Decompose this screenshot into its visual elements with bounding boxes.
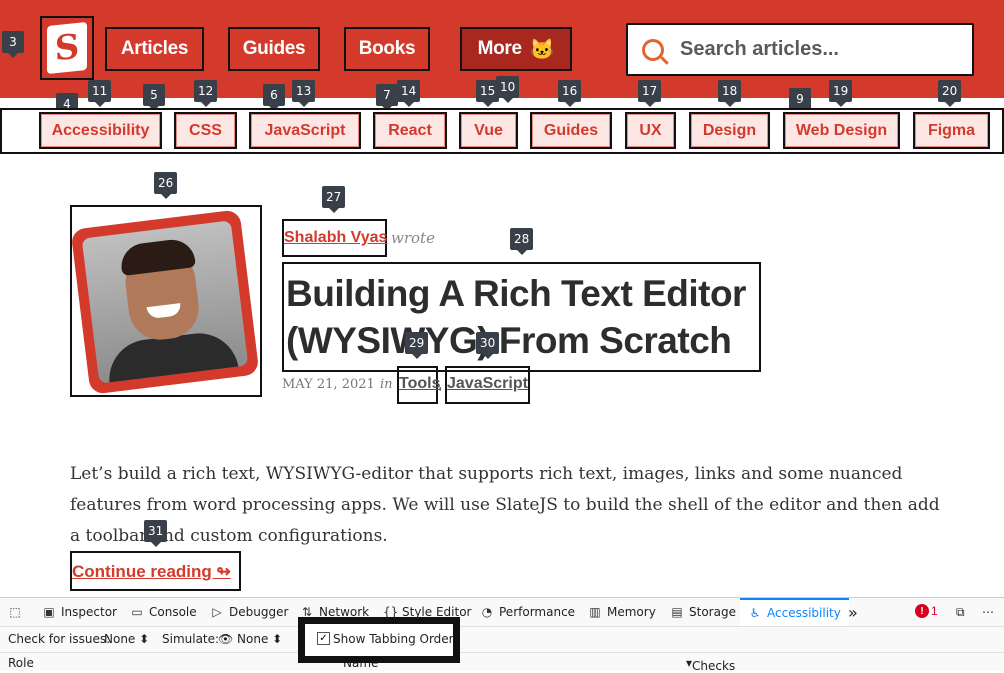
tab-order-badge: 5 bbox=[143, 84, 165, 111]
tab-order-badge: 29 bbox=[405, 332, 429, 359]
nav-more[interactable]: More 🐱 bbox=[460, 27, 572, 71]
tab-order-badge: 18 bbox=[718, 80, 742, 107]
tab-order-badge: 30 bbox=[476, 332, 500, 359]
tab-order-badge: 28 bbox=[510, 228, 534, 255]
tag-accessibility[interactable]: Accessibility bbox=[39, 112, 162, 149]
tag-javascript-link[interactable]: JavaScript bbox=[447, 375, 528, 393]
col-role: Role bbox=[8, 656, 34, 670]
search-icon bbox=[642, 38, 664, 61]
tab-memory[interactable]: ▥ Memory bbox=[588, 598, 655, 626]
author-avatar-link[interactable] bbox=[70, 205, 262, 397]
tab-order-badge: 26 bbox=[154, 172, 178, 199]
overflow-tabs-icon[interactable]: » bbox=[848, 598, 858, 626]
cat-icon: 🐱 bbox=[529, 38, 555, 61]
tag-vue[interactable]: Vue bbox=[459, 112, 518, 149]
author-name[interactable]: Shalabh Vyas bbox=[284, 229, 387, 247]
wrote-label: wrote bbox=[391, 229, 435, 247]
tag-css[interactable]: CSS bbox=[174, 112, 237, 149]
tab-order-badge: 7 bbox=[376, 84, 398, 111]
continue-reading-link[interactable]: Continue reading ↬ bbox=[70, 551, 241, 591]
tag-figma[interactable]: Figma bbox=[913, 112, 990, 149]
show-tabbing-order-toggle[interactable]: ✓ Show Tabbing Order bbox=[298, 617, 460, 663]
tag-web-design[interactable]: Web Design bbox=[783, 112, 900, 149]
tab-order-badge: 3 bbox=[2, 31, 24, 58]
tab-performance[interactable]: ◔ Performance bbox=[480, 598, 575, 626]
tab-order-badge: 6 bbox=[263, 84, 285, 111]
article-excerpt: Let’s build a rich text, WYSIWYG-editor … bbox=[70, 464, 940, 546]
tab-order-badge: 14 bbox=[397, 80, 421, 107]
simulate-label: Simulate: bbox=[162, 632, 220, 646]
pick-element-icon[interactable]: ⬚ bbox=[8, 598, 27, 626]
comma: , bbox=[438, 376, 443, 393]
checkbox[interactable]: ✓ bbox=[317, 632, 330, 645]
accessibility-toolbar: Check for issues: None ⬍ Simulate: 👁 Non… bbox=[0, 626, 1004, 653]
article-date: MAY 21, 2021 bbox=[282, 377, 375, 392]
tag-guides[interactable]: Guides bbox=[530, 112, 612, 149]
show-tabbing-order-label: Show Tabbing Order bbox=[333, 632, 454, 646]
storage-icon: ▤ bbox=[671, 605, 683, 619]
memory-icon: ▥ bbox=[589, 605, 601, 619]
meta-in-label: in bbox=[380, 377, 393, 392]
tab-order-badge: 13 bbox=[292, 80, 316, 107]
tab-order-badge: 10 bbox=[496, 76, 520, 103]
tab-order-badge: 12 bbox=[194, 80, 218, 107]
tab-order-badge: 9 bbox=[789, 88, 811, 115]
devtools-toolbar: ⬚ ▣ Inspector ▭ Console ▷ Debugger ⇅ Network… bbox=[0, 598, 1004, 627]
article-tag-tools[interactable]: Tools bbox=[397, 366, 440, 404]
error-icon[interactable]: ! bbox=[915, 604, 929, 618]
debugger-icon: ▷ bbox=[212, 605, 222, 619]
accessibility-icon: ♿ bbox=[749, 606, 761, 620]
tab-order-badge: 11 bbox=[88, 80, 112, 107]
continue-reading-text[interactable]: Continue reading ↬ bbox=[72, 562, 231, 582]
search-input[interactable] bbox=[678, 37, 962, 62]
tab-order-badge: 17 bbox=[638, 80, 662, 107]
error-count: 1 bbox=[931, 604, 938, 618]
article-tag-javascript[interactable]: JavaScript bbox=[445, 366, 530, 404]
performance-icon: ◔ bbox=[481, 605, 493, 619]
tag-javascript[interactable]: JavaScript bbox=[249, 112, 361, 149]
logo-link[interactable]: S bbox=[40, 16, 94, 80]
dock-icon[interactable]: ⧉ bbox=[956, 598, 965, 626]
tab-order-badge: 31 bbox=[144, 520, 168, 547]
tab-debugger[interactable]: ▷ Debugger bbox=[210, 598, 288, 626]
more-options-icon[interactable]: ⋯ bbox=[982, 598, 994, 626]
tab-storage[interactable]: ▤ Storage bbox=[670, 598, 736, 626]
nav-guides[interactable]: Guides bbox=[228, 27, 320, 71]
accessibility-tree-header: Role Name ▾ Checks bbox=[0, 653, 1004, 673]
tag-tools-link[interactable]: Tools bbox=[399, 375, 440, 393]
article-title-link[interactable]: Building A Rich Text Editor (WYSIWYG) Fro… bbox=[282, 262, 761, 372]
tab-order-badge: 19 bbox=[829, 80, 853, 107]
tag-design[interactable]: Design bbox=[689, 112, 770, 149]
inspector-icon: ▣ bbox=[43, 605, 55, 619]
avatar bbox=[72, 209, 260, 395]
tab-inspector[interactable]: ▣ Inspector bbox=[42, 598, 117, 626]
check-issues-label: Check for issues: bbox=[8, 632, 111, 646]
check-issues-dropdown[interactable]: None ⬍ bbox=[104, 632, 149, 646]
tag-ux[interactable]: UX bbox=[625, 112, 676, 149]
logo-icon: S bbox=[47, 21, 87, 75]
simulate-dropdown[interactable]: 👁 None ⬍ bbox=[218, 632, 282, 646]
tag-react[interactable]: React bbox=[373, 112, 447, 149]
article-title: Building A Rich Text Editor (WYSIWYG) Fro… bbox=[286, 273, 746, 361]
search-box[interactable] bbox=[626, 23, 974, 76]
tab-console[interactable]: ▭ Console bbox=[130, 598, 196, 626]
author-link[interactable]: Shalabh Vyas bbox=[282, 219, 387, 257]
nav-books[interactable]: Books bbox=[344, 27, 430, 71]
devtools-panel: ⬚ ▣ Inspector ▭ Console ▷ Debugger ⇅ Network… bbox=[0, 597, 1004, 673]
tab-order-badge: 20 bbox=[938, 80, 962, 107]
console-icon: ▭ bbox=[131, 605, 143, 619]
tab-accessibility[interactable]: ♿ Accessibility bbox=[740, 598, 849, 626]
tab-order-badge: 15 bbox=[476, 80, 500, 107]
nav-articles[interactable]: Articles bbox=[105, 27, 204, 71]
tab-order-badge: 16 bbox=[558, 80, 582, 107]
tab-order-badge: 27 bbox=[322, 186, 346, 213]
col-checks: ▾ Checks bbox=[686, 656, 736, 673]
